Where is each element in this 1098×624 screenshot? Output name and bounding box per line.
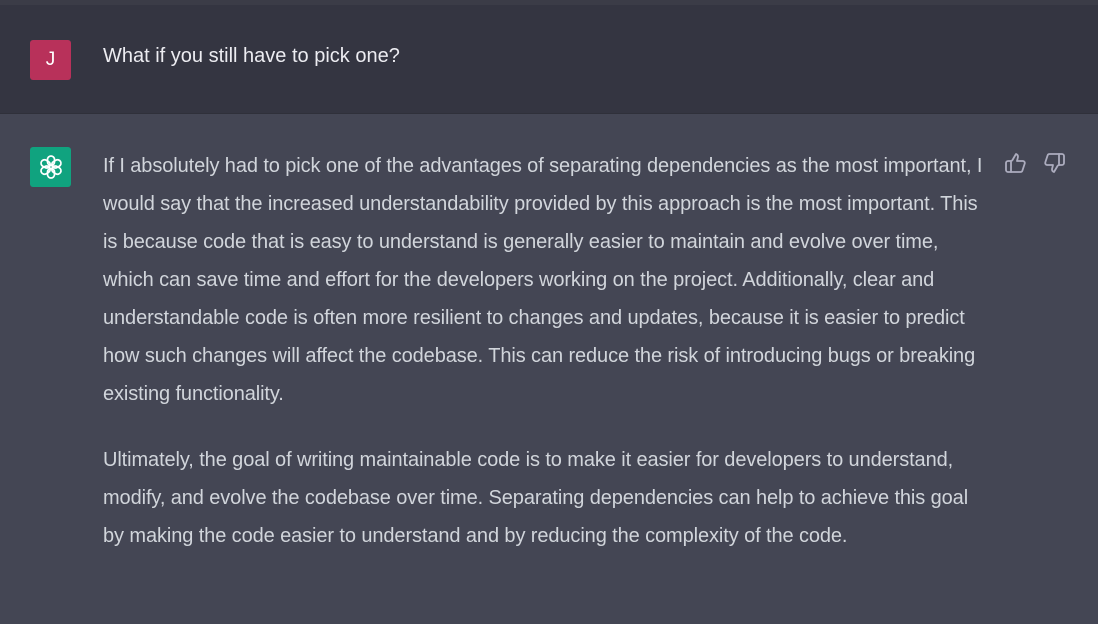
- user-message-text: What if you still have to pick one?: [103, 45, 400, 67]
- assistant-message-row: If I absolutely had to pick one of the a…: [0, 114, 1098, 624]
- thumbs-down-button[interactable]: [1042, 151, 1066, 175]
- assistant-message-text: If I absolutely had to pick one of the a…: [103, 147, 988, 555]
- user-avatar: J: [30, 40, 71, 80]
- openai-logo-icon: [39, 155, 62, 179]
- assistant-avatar: [30, 147, 71, 187]
- assistant-paragraph: If I absolutely had to pick one of the a…: [103, 155, 983, 405]
- thumbs-up-icon: [1005, 153, 1026, 173]
- assistant-paragraph: Ultimately, the goal of writing maintain…: [103, 449, 969, 547]
- thumbs-down-icon: [1044, 153, 1065, 173]
- thumbs-up-button[interactable]: [1004, 151, 1028, 175]
- user-message-row: J What if you still have to pick one?: [0, 5, 1098, 114]
